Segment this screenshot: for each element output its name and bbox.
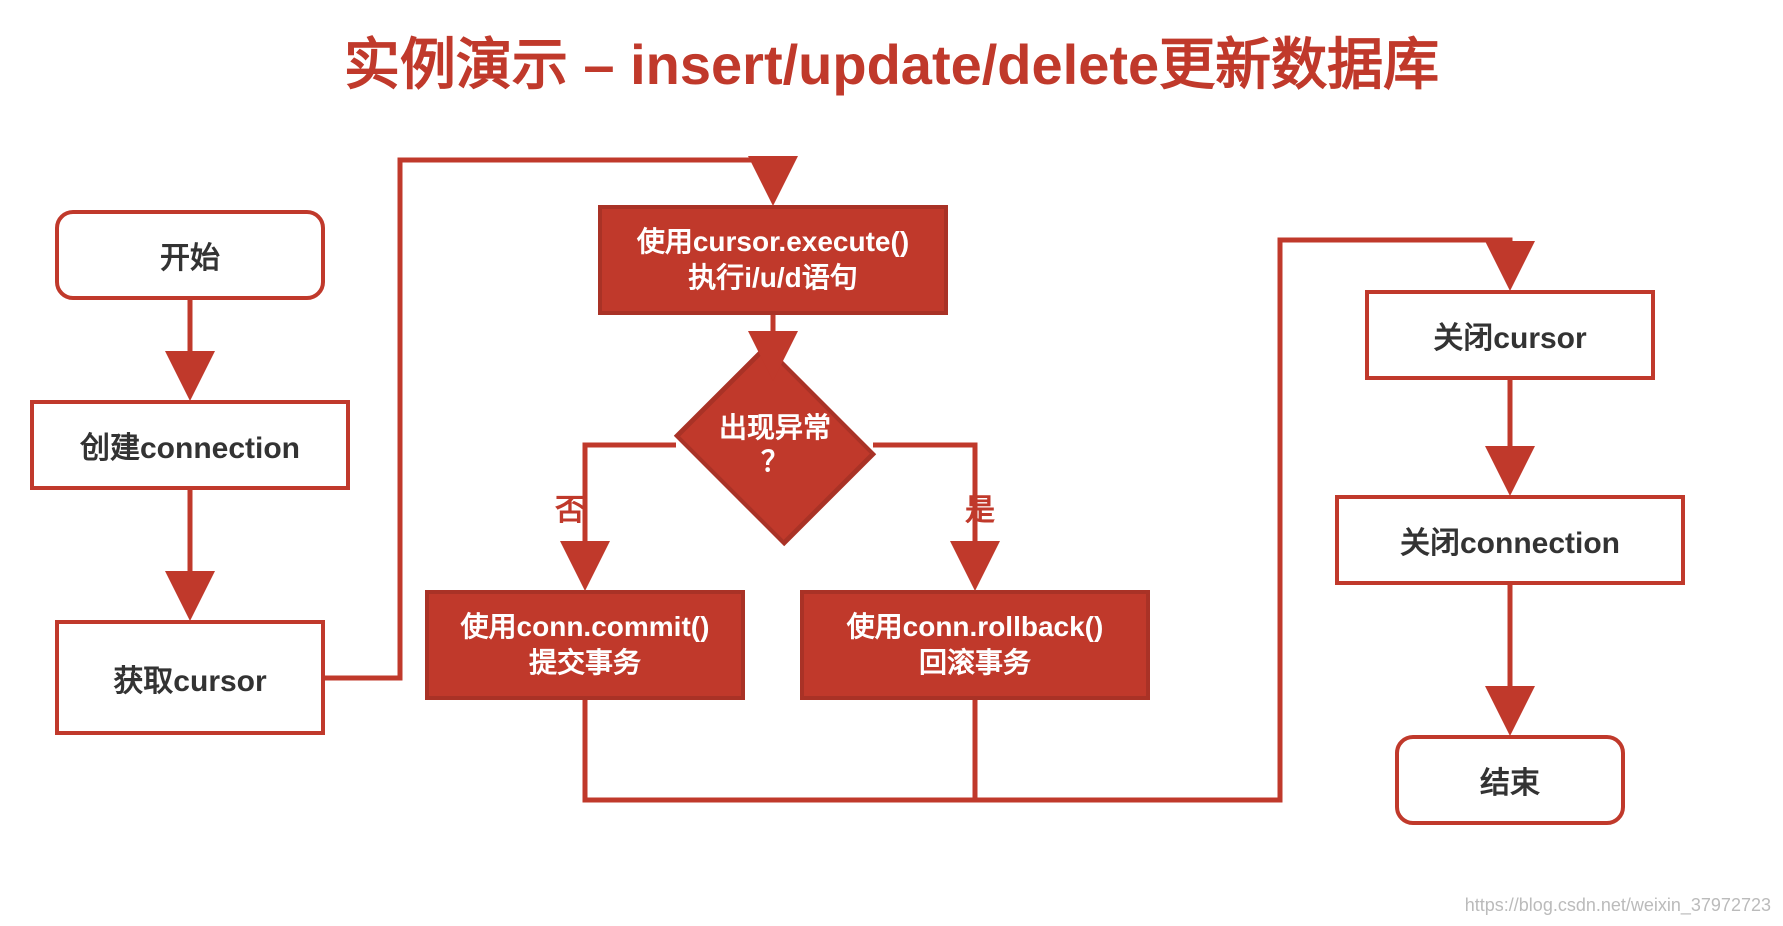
execute-line1: 使用cursor.execute() — [637, 224, 909, 260]
node-close-connection: 关闭connection — [1335, 495, 1685, 585]
rollback-line1: 使用conn.rollback() — [847, 609, 1104, 645]
commit-line2: 提交事务 — [461, 645, 710, 681]
watermark: https://blog.csdn.net/weixin_37972723 — [1465, 895, 1771, 916]
node-exception-decision: 出现异常 ？ — [685, 380, 865, 510]
execute-line2: 执行i/u/d语句 — [637, 260, 909, 296]
node-get-cursor: 获取cursor — [55, 620, 325, 735]
node-close-cursor: 关闭cursor — [1365, 290, 1655, 380]
node-commit: 使用conn.commit() 提交事务 — [425, 590, 745, 700]
diagram-title: 实例演示 – insert/update/delete更新数据库 — [0, 20, 1783, 101]
node-execute: 使用cursor.execute() 执行i/u/d语句 — [598, 205, 948, 315]
node-create-connection: 创建connection — [30, 400, 350, 490]
label-yes: 是 — [965, 485, 995, 529]
exception-line1: 出现异常 — [719, 411, 831, 445]
exception-line2: ？ — [719, 445, 831, 479]
node-start: 开始 — [55, 210, 325, 300]
node-end: 结束 — [1395, 735, 1625, 825]
label-no: 否 — [555, 485, 585, 529]
rollback-line2: 回滚事务 — [847, 645, 1104, 681]
commit-line1: 使用conn.commit() — [461, 609, 710, 645]
node-rollback: 使用conn.rollback() 回滚事务 — [800, 590, 1150, 700]
